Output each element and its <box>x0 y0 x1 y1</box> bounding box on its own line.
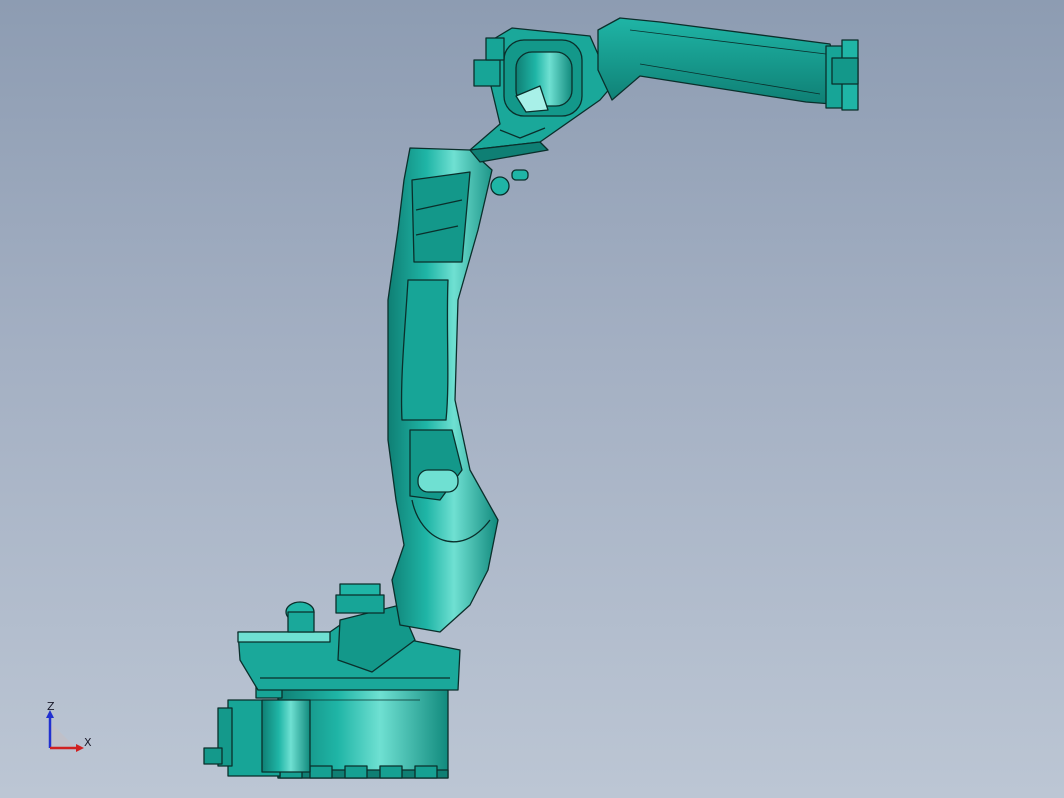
robot-wrist-flange[interactable] <box>825 39 859 111</box>
robot-forearm[interactable] <box>597 17 839 105</box>
cad-viewport[interactable]: Z X <box>0 0 1064 798</box>
robot-base[interactable] <box>203 679 449 779</box>
z-axis-label: Z <box>47 700 55 713</box>
robot-arm-model[interactable] <box>203 17 859 779</box>
coordinate-triad: Z X <box>46 700 92 752</box>
robot-lower-arm[interactable] <box>387 147 529 633</box>
x-axis-label: X <box>84 736 92 749</box>
robot-elbow-joint[interactable] <box>469 27 613 163</box>
